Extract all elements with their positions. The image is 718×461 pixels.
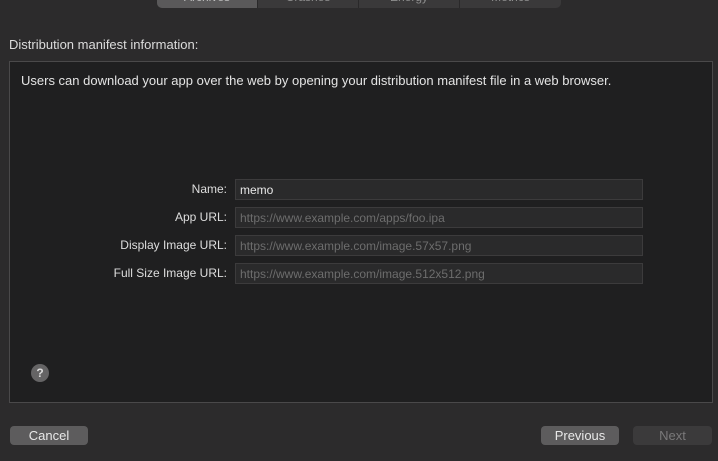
name-field[interactable] [235,179,643,200]
distribution-dialog: Archives Crashes Energy Metrics Distribu… [0,0,718,461]
tab-energy[interactable]: Energy [359,0,460,8]
tab-crashes[interactable]: Crashes [258,0,359,8]
tab-bar: Archives Crashes Energy Metrics [157,0,561,8]
app-url-label: App URL: [174,210,227,224]
section-title: Distribution manifest information: [9,37,199,52]
app-url-row: App URL: [10,207,712,228]
tab-archives[interactable]: Archives [157,0,258,8]
display-image-url-row: Display Image URL: [10,235,712,256]
full-size-image-url-field[interactable] [235,263,643,284]
cancel-button[interactable]: Cancel [10,426,88,445]
name-row: Name: [10,179,712,200]
tab-metrics[interactable]: Metrics [460,0,561,8]
display-image-url-field[interactable] [235,235,643,256]
panel-description: Users can download your app over the web… [21,73,612,88]
previous-button[interactable]: Previous [541,426,619,445]
name-label: Name: [191,182,227,196]
next-button[interactable]: Next [633,426,712,445]
app-url-field[interactable] [235,207,643,228]
manifest-panel: Users can download your app over the web… [9,61,713,403]
help-button[interactable]: ? [31,364,49,382]
full-size-image-url-row: Full Size Image URL: [10,263,712,284]
full-size-image-url-label: Full Size Image URL: [113,266,227,280]
display-image-url-label: Display Image URL: [120,238,227,252]
